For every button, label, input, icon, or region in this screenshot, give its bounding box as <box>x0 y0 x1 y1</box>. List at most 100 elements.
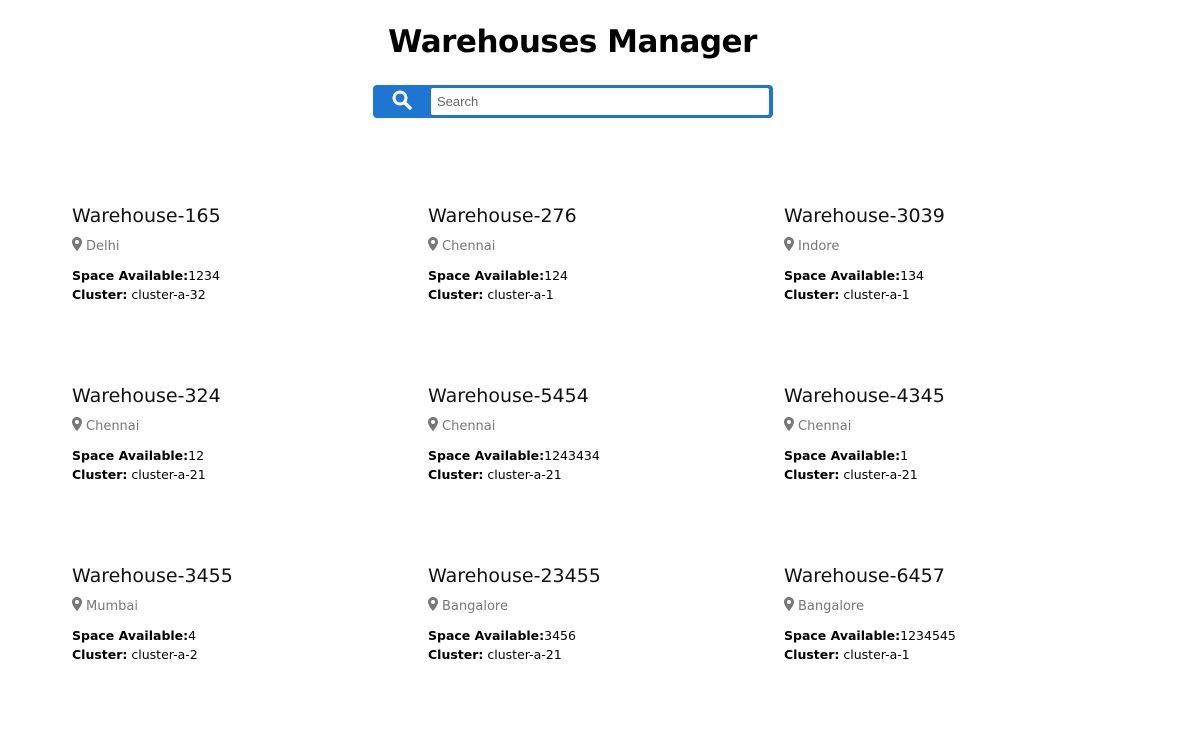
space-label: Space Available: <box>428 448 545 463</box>
warehouse-location: Chennai <box>784 417 1140 435</box>
warehouse-location: Mumbai <box>72 597 428 614</box>
cluster-value: cluster-a-21 <box>843 467 918 482</box>
warehouse-location: Chennai <box>428 417 784 435</box>
cluster: Cluster: cluster-a-21 <box>428 645 784 664</box>
cluster-label: Cluster: <box>72 467 128 482</box>
space-value: 4 <box>188 628 197 643</box>
warehouse-card[interactable]: Warehouse-6457 Bangalore Space Available… <box>784 564 1140 744</box>
cluster-label: Cluster: <box>428 287 484 302</box>
space-available: Space Available:1234545 <box>784 626 1140 645</box>
warehouse-name[interactable]: Warehouse-5454 <box>428 384 784 408</box>
cluster-label: Cluster: <box>72 287 128 302</box>
warehouse-list: Warehouse-165 Delhi Space Available:1234… <box>72 204 1140 744</box>
cluster-label: Cluster: <box>428 647 484 662</box>
warehouse-details: Space Available:12 Cluster: cluster-a-21 <box>72 446 428 484</box>
warehouse-city: Indore <box>798 238 840 254</box>
warehouse-city: Bangalore <box>442 598 508 614</box>
warehouse-card[interactable]: Warehouse-3455 Mumbai Space Available:4 … <box>72 564 428 744</box>
warehouse-card[interactable]: Warehouse-165 Delhi Space Available:1234… <box>72 204 428 384</box>
search-button[interactable] <box>373 85 430 118</box>
space-label: Space Available: <box>784 268 901 283</box>
warehouse-name[interactable]: Warehouse-324 <box>72 384 428 408</box>
map-marker-icon <box>428 417 438 435</box>
space-value: 134 <box>900 268 925 283</box>
space-label: Space Available: <box>784 628 901 643</box>
warehouse-card[interactable]: Warehouse-23455 Bangalore Space Availabl… <box>428 564 784 744</box>
warehouse-card[interactable]: Warehouse-324 Chennai Space Available:12… <box>72 384 428 564</box>
warehouse-city: Chennai <box>442 418 496 434</box>
cluster: Cluster: cluster-a-21 <box>428 465 784 484</box>
cluster-label: Cluster: <box>784 287 840 302</box>
space-available: Space Available:124 <box>428 266 784 285</box>
space-value: 1243434 <box>544 448 600 463</box>
warehouse-details: Space Available:1234545 Cluster: cluster… <box>784 626 1140 664</box>
cluster-value: cluster-a-21 <box>131 467 206 482</box>
space-available: Space Available:3456 <box>428 626 784 645</box>
warehouse-location: Indore <box>784 237 1140 255</box>
search-bar <box>373 85 773 118</box>
warehouse-location: Chennai <box>428 237 784 254</box>
map-marker-icon <box>784 417 794 435</box>
space-value: 12 <box>188 448 205 463</box>
warehouse-card[interactable]: Warehouse-4345 Chennai Space Available:1… <box>784 384 1140 564</box>
cluster-value: cluster-a-1 <box>843 647 910 662</box>
cluster: Cluster: cluster-a-2 <box>72 645 428 664</box>
warehouse-name[interactable]: Warehouse-4345 <box>784 384 1140 408</box>
space-available: Space Available:4 <box>72 626 428 645</box>
space-value: 1234 <box>188 268 220 283</box>
warehouse-city: Delhi <box>86 238 120 254</box>
warehouse-city: Chennai <box>442 238 496 254</box>
space-label: Space Available: <box>428 628 545 643</box>
warehouse-name[interactable]: Warehouse-6457 <box>784 564 1140 588</box>
warehouse-city: Mumbai <box>86 598 138 614</box>
space-label: Space Available: <box>72 628 189 643</box>
warehouse-name[interactable]: Warehouse-3039 <box>784 204 1140 228</box>
space-value: 124 <box>544 268 569 283</box>
space-value: 3456 <box>544 628 576 643</box>
map-marker-icon <box>72 237 82 255</box>
warehouse-city: Bangalore <box>798 598 864 614</box>
space-value: 1 <box>900 448 909 463</box>
warehouse-location: Delhi <box>72 237 428 255</box>
warehouse-city: Chennai <box>86 418 140 434</box>
map-marker-icon <box>784 597 794 615</box>
space-label: Space Available: <box>72 268 189 283</box>
space-available: Space Available:134 <box>784 266 1140 285</box>
cluster: Cluster: cluster-a-1 <box>784 645 1140 664</box>
warehouse-location: Bangalore <box>428 597 784 615</box>
space-label: Space Available: <box>428 268 545 283</box>
warehouse-details: Space Available:3456 Cluster: cluster-a-… <box>428 626 784 664</box>
space-available: Space Available:1 <box>784 446 1140 465</box>
warehouse-name[interactable]: Warehouse-3455 <box>72 564 428 588</box>
warehouse-name[interactable]: Warehouse-165 <box>72 204 428 228</box>
map-marker-icon <box>784 237 794 255</box>
space-available: Space Available:12 <box>72 446 428 465</box>
warehouse-name[interactable]: Warehouse-23455 <box>428 564 784 588</box>
cluster-label: Cluster: <box>428 467 484 482</box>
warehouse-name[interactable]: Warehouse-276 <box>428 204 784 228</box>
cluster-value: cluster-a-1 <box>843 287 910 302</box>
cluster-value: cluster-a-21 <box>487 467 562 482</box>
cluster: Cluster: cluster-a-21 <box>72 465 428 484</box>
space-value: 1234545 <box>900 628 956 643</box>
map-marker-icon <box>428 597 438 615</box>
cluster: Cluster: cluster-a-1 <box>428 285 784 304</box>
warehouse-card[interactable]: Warehouse-3039 Indore Space Available:13… <box>784 204 1140 384</box>
map-marker-icon <box>72 417 82 435</box>
space-label: Space Available: <box>72 448 189 463</box>
cluster: Cluster: cluster-a-1 <box>784 285 1140 304</box>
cluster: Cluster: cluster-a-21 <box>784 465 1140 484</box>
warehouse-city: Chennai <box>798 418 852 434</box>
space-label: Space Available: <box>784 448 901 463</box>
cluster: Cluster: cluster-a-32 <box>72 285 428 304</box>
warehouse-details: Space Available:134 Cluster: cluster-a-1 <box>784 266 1140 304</box>
cluster-label: Cluster: <box>784 467 840 482</box>
warehouse-card[interactable]: Warehouse-276 Chennai Space Available:12… <box>428 204 784 384</box>
cluster-value: cluster-a-1 <box>487 287 554 302</box>
cluster-value: cluster-a-21 <box>487 647 562 662</box>
warehouse-card[interactable]: Warehouse-5454 Chennai Space Available:1… <box>428 384 784 564</box>
search-input[interactable] <box>431 88 769 115</box>
cluster-label: Cluster: <box>784 647 840 662</box>
warehouse-details: Space Available:124 Cluster: cluster-a-1 <box>428 266 784 304</box>
warehouse-details: Space Available:1234 Cluster: cluster-a-… <box>72 266 428 304</box>
